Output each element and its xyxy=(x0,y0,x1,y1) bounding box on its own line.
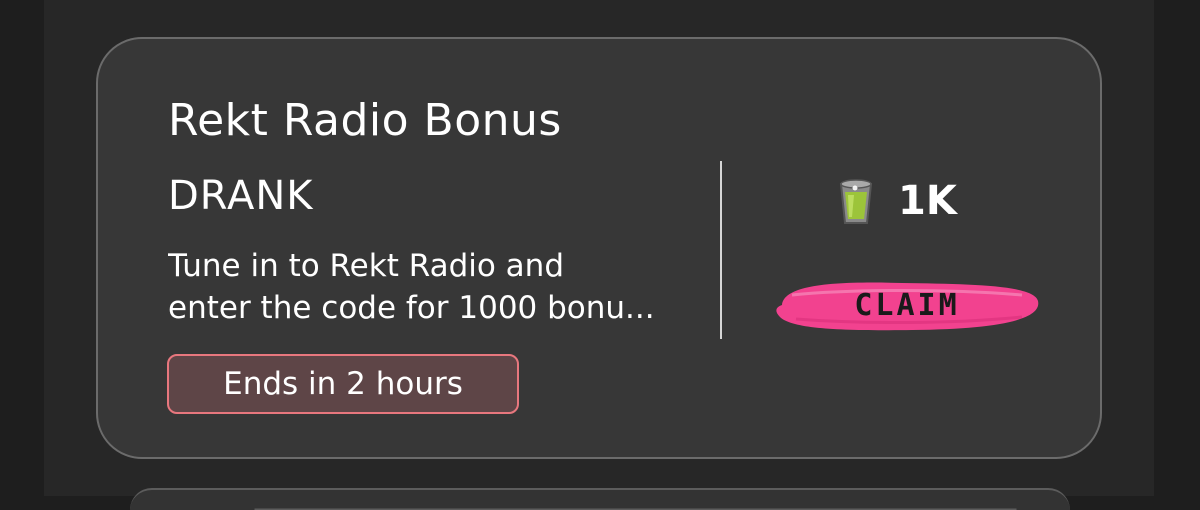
vertical-divider xyxy=(720,161,722,339)
claim-button-label: CLAIM xyxy=(854,288,960,323)
next-quest-card-edge xyxy=(130,488,1070,510)
quest-title: Rekt Radio Bonus xyxy=(168,95,562,146)
quest-subtitle: DRANK xyxy=(168,173,314,219)
quest-description: Tune in to Rekt Radio and enter the code… xyxy=(168,245,708,329)
quest-description-line-2: enter the code for 1000 bonu... xyxy=(168,290,655,326)
reward-amount: 1K xyxy=(898,178,957,224)
time-remaining-badge: Ends in 2 hours xyxy=(167,354,519,414)
quest-description-line-1: Tune in to Rekt Radio and xyxy=(168,248,565,284)
reward: 1K xyxy=(838,172,957,230)
claim-button[interactable]: CLAIM xyxy=(772,275,1042,337)
drank-cup-icon xyxy=(838,175,874,227)
quest-card: Rekt Radio Bonus DRANK Tune in to Rekt R… xyxy=(96,37,1102,459)
